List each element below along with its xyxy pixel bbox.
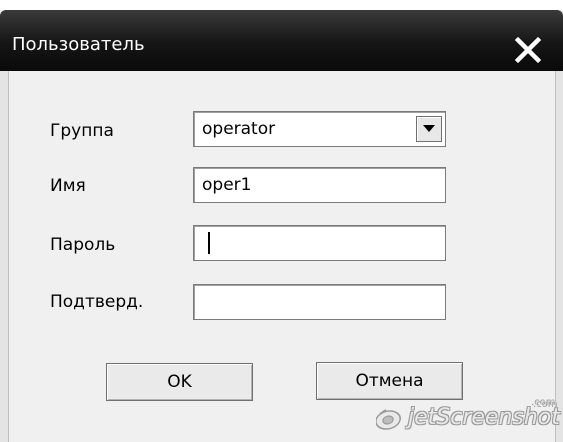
text-caret — [208, 232, 210, 254]
ok-button[interactable]: OK — [106, 363, 253, 401]
group-label: Группа — [50, 121, 114, 141]
top-strip — [0, 0, 563, 10]
window-frame-left — [0, 71, 9, 442]
name-input[interactable]: oper1 — [193, 167, 446, 203]
cancel-button[interactable]: Отмена — [316, 362, 463, 400]
window-frame-right — [555, 71, 563, 442]
triangle-down-icon — [423, 125, 435, 132]
jetscreenshot-watermark: jetScreenshot .com — [370, 398, 563, 438]
group-dropdown-button[interactable] — [416, 116, 442, 142]
close-button[interactable] — [508, 30, 548, 70]
watermark-suffix: .com — [532, 398, 557, 409]
window-title: Пользователь — [12, 34, 145, 55]
confirm-password-input[interactable] — [193, 284, 446, 320]
group-select-value: operator — [202, 119, 276, 139]
password-input[interactable] — [193, 225, 446, 261]
confirm-password-label: Подтверд. — [50, 292, 144, 312]
close-x-icon — [514, 36, 542, 64]
jetscreenshot-logo-icon — [376, 409, 401, 430]
group-select[interactable]: operator — [193, 111, 446, 147]
name-label: Имя — [50, 176, 86, 196]
title-bar[interactable]: Пользователь — [0, 10, 563, 71]
user-dialog: Пользователь Группа operator Имя oper1 П… — [0, 0, 563, 442]
password-label: Пароль — [50, 235, 116, 255]
